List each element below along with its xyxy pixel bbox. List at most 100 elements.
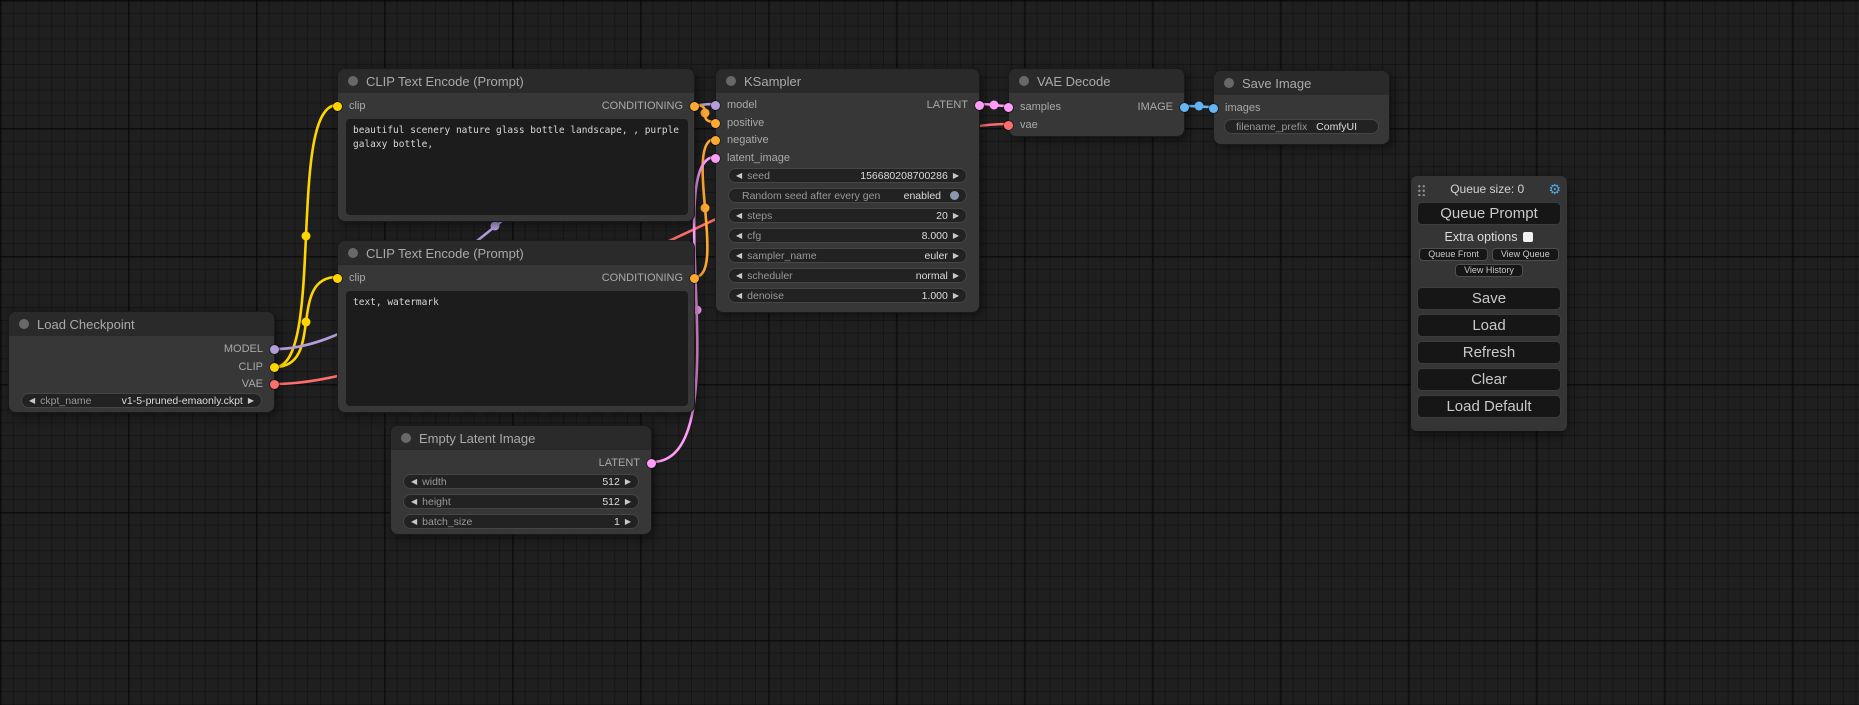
increment-arrow-icon[interactable]: ▶	[953, 232, 959, 240]
increment-arrow-icon[interactable]: ▶	[625, 478, 631, 486]
input-slot-images[interactable]: images	[1214, 102, 1260, 114]
collapse-toggle-icon[interactable]	[348, 248, 358, 258]
toggle-indicator-icon[interactable]	[950, 191, 959, 200]
collapse-toggle-icon[interactable]	[1019, 76, 1029, 86]
output-slot-conditioning[interactable]: CONDITIONING	[602, 272, 694, 284]
input-slot-model[interactable]: model	[716, 99, 757, 111]
widget-ckpt-name[interactable]: ◀ ckpt_name v1-5-pruned-emaonly.ckpt ▶	[21, 393, 262, 408]
clip-port-icon[interactable]	[333, 102, 342, 111]
refresh-button[interactable]: Refresh	[1417, 341, 1561, 364]
comfyui-canvas[interactable]: { "nodes": { "load_checkpoint": { "title…	[0, 0, 1859, 705]
node-ksampler[interactable]: KSampler model positive negative latent_…	[715, 68, 980, 313]
node-vae-decode[interactable]: VAE Decode samples vae IMAGE	[1008, 68, 1185, 137]
negative-prompt-textarea[interactable]: text, watermark	[346, 291, 688, 406]
output-slot-image[interactable]: IMAGE	[1138, 101, 1184, 113]
view-history-button[interactable]: View History	[1455, 264, 1523, 277]
drag-handle-icon[interactable]	[1417, 183, 1426, 196]
node-titlebar[interactable]: Save Image	[1214, 71, 1389, 95]
conditioning-port-icon[interactable]	[690, 102, 699, 111]
widget-sampler-name[interactable]: ◀ sampler_name euler ▶	[728, 248, 967, 263]
node-titlebar[interactable]: VAE Decode	[1009, 69, 1184, 93]
input-slot-negative[interactable]: negative	[716, 134, 769, 146]
collapse-toggle-icon[interactable]	[348, 76, 358, 86]
collapse-toggle-icon[interactable]	[726, 76, 736, 86]
widget-denoise[interactable]: ◀ denoise 1.000 ▶	[728, 288, 967, 303]
conditioning-port-icon[interactable]	[711, 119, 720, 128]
node-titlebar[interactable]: CLIP Text Encode (Prompt)	[338, 69, 694, 93]
collapse-toggle-icon[interactable]	[19, 319, 29, 329]
decrement-arrow-icon[interactable]: ◀	[411, 498, 417, 506]
settings-gear-icon[interactable]: ⚙	[1548, 182, 1561, 196]
widget-scheduler[interactable]: ◀ scheduler normal ▶	[728, 268, 967, 283]
latent-port-icon[interactable]	[711, 154, 720, 163]
output-slot-model[interactable]: MODEL	[224, 343, 274, 355]
output-slot-conditioning[interactable]: CONDITIONING	[602, 100, 694, 112]
node-empty-latent-image[interactable]: Empty Latent Image LATENT ◀ width 512 ▶ …	[390, 425, 652, 535]
input-slot-latent-image[interactable]: latent_image	[716, 152, 790, 164]
decrement-arrow-icon[interactable]: ◀	[411, 518, 417, 526]
node-titlebar[interactable]: Empty Latent Image	[391, 426, 651, 450]
vae-port-icon[interactable]	[1004, 121, 1013, 130]
widget-cfg[interactable]: ◀ cfg 8.000 ▶	[728, 228, 967, 243]
node-clip-text-encode-negative[interactable]: CLIP Text Encode (Prompt) clip CONDITION…	[337, 240, 695, 413]
increment-arrow-icon[interactable]: ▶	[625, 498, 631, 506]
decrement-arrow-icon[interactable]: ◀	[411, 478, 417, 486]
collapse-toggle-icon[interactable]	[401, 433, 411, 443]
image-port-icon[interactable]	[1209, 104, 1218, 113]
view-queue-button[interactable]: View Queue	[1492, 248, 1559, 261]
input-slot-samples[interactable]: samples	[1009, 101, 1061, 113]
node-titlebar[interactable]: Load Checkpoint	[9, 312, 274, 336]
node-save-image[interactable]: Save Image images filename_prefix ComfyU…	[1213, 70, 1390, 145]
node-titlebar[interactable]: CLIP Text Encode (Prompt)	[338, 241, 694, 265]
decrement-arrow-icon[interactable]: ◀	[736, 232, 742, 240]
increment-arrow-icon[interactable]: ▶	[248, 397, 254, 405]
increment-arrow-icon[interactable]: ▶	[953, 212, 959, 220]
widget-filename-prefix[interactable]: filename_prefix ComfyUI	[1224, 119, 1379, 134]
increment-arrow-icon[interactable]: ▶	[625, 518, 631, 526]
collapse-toggle-icon[interactable]	[1224, 78, 1234, 88]
input-slot-clip[interactable]: clip	[338, 272, 366, 284]
decrement-arrow-icon[interactable]: ◀	[736, 272, 742, 280]
decrement-arrow-icon[interactable]: ◀	[736, 212, 742, 220]
widget-seed[interactable]: ◀ seed 156680208700286 ▶	[728, 168, 967, 183]
output-slot-vae[interactable]: VAE	[242, 378, 274, 390]
widget-width[interactable]: ◀ width 512 ▶	[403, 474, 639, 489]
output-slot-clip[interactable]: CLIP	[239, 361, 274, 373]
increment-arrow-icon[interactable]: ▶	[953, 292, 959, 300]
load-default-button[interactable]: Load Default	[1417, 395, 1561, 418]
latent-port-icon[interactable]	[975, 101, 984, 110]
clip-port-icon[interactable]	[333, 274, 342, 283]
latent-port-icon[interactable]	[647, 459, 656, 468]
increment-arrow-icon[interactable]: ▶	[953, 172, 959, 180]
widget-batch-size[interactable]: ◀ batch_size 1 ▶	[403, 514, 639, 529]
node-titlebar[interactable]: KSampler	[716, 69, 979, 93]
queue-front-button[interactable]: Queue Front	[1419, 248, 1488, 261]
model-port-icon[interactable]	[711, 101, 720, 110]
increment-arrow-icon[interactable]: ▶	[953, 252, 959, 260]
load-button[interactable]: Load	[1417, 314, 1561, 337]
widget-height[interactable]: ◀ height 512 ▶	[403, 494, 639, 509]
vae-port-icon[interactable]	[270, 380, 279, 389]
conditioning-port-icon[interactable]	[690, 274, 699, 283]
conditioning-port-icon[interactable]	[711, 136, 720, 145]
decrement-arrow-icon[interactable]: ◀	[29, 397, 35, 405]
node-clip-text-encode-positive[interactable]: CLIP Text Encode (Prompt) clip CONDITION…	[337, 68, 695, 222]
latent-port-icon[interactable]	[1004, 103, 1013, 112]
output-slot-latent[interactable]: LATENT	[599, 457, 651, 469]
widget-steps[interactable]: ◀ steps 20 ▶	[728, 208, 967, 223]
decrement-arrow-icon[interactable]: ◀	[736, 172, 742, 180]
output-slot-latent[interactable]: LATENT	[927, 99, 979, 111]
extra-options-checkbox[interactable]	[1523, 232, 1533, 242]
decrement-arrow-icon[interactable]: ◀	[736, 252, 742, 260]
clear-button[interactable]: Clear	[1417, 368, 1561, 391]
node-load-checkpoint[interactable]: Load Checkpoint MODEL CLIP VAE ◀ ckpt_na…	[8, 311, 275, 413]
queue-prompt-button[interactable]: Queue Prompt	[1417, 202, 1561, 225]
input-slot-vae[interactable]: vae	[1009, 119, 1038, 131]
save-button[interactable]: Save	[1417, 287, 1561, 310]
decrement-arrow-icon[interactable]: ◀	[736, 292, 742, 300]
clip-port-icon[interactable]	[270, 363, 279, 372]
increment-arrow-icon[interactable]: ▶	[953, 272, 959, 280]
model-port-icon[interactable]	[270, 345, 279, 354]
input-slot-positive[interactable]: positive	[716, 117, 764, 129]
widget-random-seed-toggle[interactable]: Random seed after every gen enabled	[728, 188, 967, 203]
